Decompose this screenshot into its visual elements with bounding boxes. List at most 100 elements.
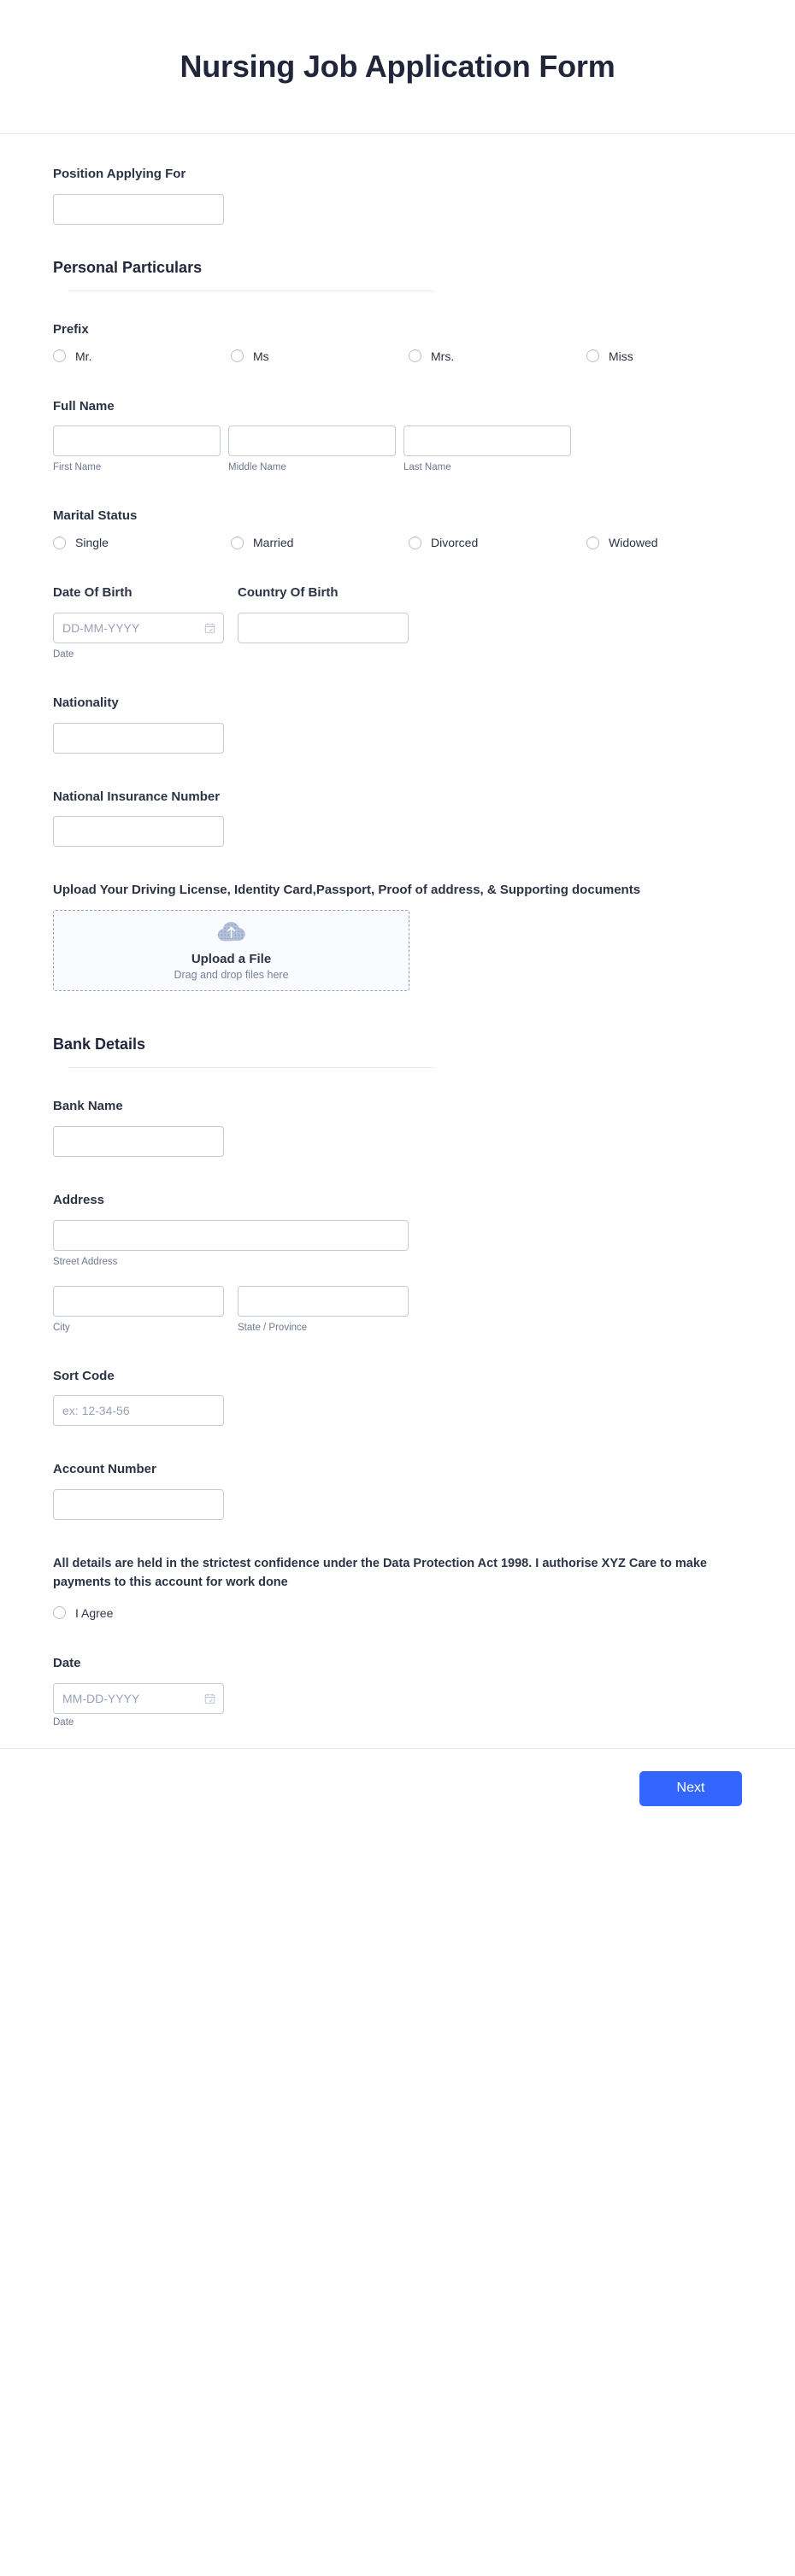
first-name-input[interactable] (53, 425, 221, 457)
field-declaration: All details are held in the strictest co… (53, 1554, 742, 1620)
national-insurance-number-input[interactable] (53, 816, 224, 848)
field-marital-status: Marital Status Single Married Divorced W… (53, 507, 742, 549)
application-form-page: Nursing Job Application Form Position Ap… (0, 0, 795, 2576)
marital-option-divorced[interactable]: Divorced (409, 536, 586, 549)
nationality-input[interactable] (53, 722, 224, 754)
radio-icon[interactable] (409, 536, 421, 549)
country-of-birth-input[interactable] (238, 612, 409, 643)
field-full-name: Full Name First Name Middle Name Last Na… (53, 397, 742, 472)
field-upload-documents: Upload Your Driving License, Identity Ca… (53, 881, 742, 991)
marital-status-label: Marital Status (53, 508, 138, 524)
prefix-radio-group: Mr. Ms Mrs. Miss (53, 349, 742, 363)
prefix-option-label: Mr. (75, 349, 92, 363)
prefix-option-mrs[interactable]: Mrs. (409, 349, 586, 363)
form-body: Position Applying For Personal Particula… (0, 134, 795, 1729)
next-button[interactable]: Next (639, 1770, 742, 1806)
position-label: Position Applying For (53, 167, 186, 181)
date-of-birth-col: Date Of Birth DD-MM-YYYY Date (53, 584, 238, 660)
prefix-label: Prefix (53, 321, 89, 337)
prefix-option-ms[interactable]: Ms (231, 349, 409, 363)
section-title-personal: Personal Particulars (53, 258, 203, 276)
account-number-input[interactable] (53, 1489, 224, 1520)
section-title-bank: Bank Details (53, 1036, 146, 1053)
address-label: Address (53, 1192, 105, 1207)
section-personal-particulars: Personal Particulars (53, 259, 742, 291)
signature-date-input[interactable] (53, 1682, 224, 1714)
city-state-row: City State / Province (53, 1285, 742, 1333)
marital-status-radio-group: Single Married Divorced Widowed (53, 536, 742, 549)
marital-option-single[interactable]: Single (53, 536, 231, 549)
date-of-birth-input[interactable] (53, 612, 224, 643)
field-address: Address Street Address City State / Prov… (53, 1191, 742, 1333)
country-of-birth-label: Country Of Birth (238, 585, 339, 600)
date-of-birth-wrap (53, 612, 224, 643)
bank-name-label: Bank Name (53, 1099, 123, 1113)
date-of-birth-label: Date Of Birth (53, 585, 132, 600)
last-name-sublabel: Last Name (403, 462, 451, 473)
bank-name-input[interactable] (53, 1125, 224, 1157)
form-header: Nursing Job Application Form (0, 0, 795, 134)
upload-subtitle: Drag and drop files here (174, 969, 289, 981)
field-prefix: Prefix Mr. Ms Mrs. Miss (53, 320, 742, 363)
prefix-option-label: Miss (609, 349, 633, 363)
section-divider (68, 1067, 434, 1068)
radio-icon[interactable] (231, 536, 244, 549)
page-title: Nursing Job Application Form (180, 49, 615, 84)
first-name-sublabel: First Name (53, 462, 102, 473)
agree-option[interactable]: I Agree (53, 1606, 742, 1620)
signature-date-sublabel: Date (53, 1716, 74, 1728)
street-address-col: Street Address (53, 1219, 742, 1267)
middle-name-sublabel: Middle Name (228, 462, 286, 473)
radio-icon[interactable] (409, 349, 421, 362)
sort-code-label: Sort Code (53, 1368, 115, 1383)
field-position-applying-for: Position Applying For (53, 165, 742, 225)
prefix-option-mr[interactable]: Mr. (53, 349, 231, 363)
radio-icon[interactable] (586, 349, 599, 362)
middle-name-col: Middle Name (228, 425, 396, 472)
radio-icon[interactable] (53, 349, 66, 362)
city-input[interactable] (53, 1285, 224, 1317)
state-province-input[interactable] (238, 1285, 409, 1317)
city-sublabel: City (53, 1322, 70, 1333)
middle-name-input[interactable] (228, 425, 396, 457)
marital-option-label: Divorced (431, 536, 479, 549)
signature-date-wrap (53, 1682, 224, 1714)
birth-row: Date Of Birth DD-MM-YYYY Date Country Of… (53, 584, 742, 660)
upload-dropzone[interactable]: Upload a File Drag and drop files here (53, 910, 409, 991)
nationality-label: Nationality (53, 695, 119, 710)
prefix-option-miss[interactable]: Miss (586, 349, 764, 363)
form-footer: Next (0, 1747, 795, 1835)
field-birth-row: Date Of Birth DD-MM-YYYY Date Country Of… (53, 584, 742, 660)
street-address-input[interactable] (53, 1219, 409, 1251)
prefix-option-label: Ms (253, 349, 269, 363)
city-col: City (53, 1285, 238, 1333)
radio-icon[interactable] (53, 536, 66, 549)
radio-icon[interactable] (231, 349, 244, 362)
first-name-col: First Name (53, 425, 221, 472)
signature-date-label: Date (53, 1655, 81, 1670)
sort-code-input[interactable] (53, 1395, 224, 1427)
marital-option-label: Widowed (609, 536, 658, 549)
marital-option-widowed[interactable]: Widowed (586, 536, 764, 549)
full-name-row: First Name Middle Name Last Name (53, 425, 742, 472)
account-number-label: Account Number (53, 1462, 156, 1477)
radio-icon[interactable] (586, 536, 599, 549)
date-of-birth-sublabel: Date (53, 648, 74, 660)
national-insurance-number-label: National Insurance Number (53, 789, 221, 804)
field-bank-name: Bank Name (53, 1097, 742, 1157)
upload-label: Upload Your Driving License, Identity Ca… (53, 883, 641, 898)
full-name-label: Full Name (53, 398, 115, 414)
prefix-option-label: Mrs. (431, 349, 455, 363)
country-of-birth-col: Country Of Birth (238, 584, 409, 660)
declaration-text: All details are held in the strictest co… (53, 1557, 707, 1590)
last-name-input[interactable] (403, 425, 571, 457)
field-signature-date: Date Date (53, 1654, 742, 1729)
marital-option-label: Single (75, 536, 109, 549)
position-input[interactable] (53, 193, 224, 225)
marital-option-married[interactable]: Married (231, 536, 409, 549)
field-national-insurance-number: National Insurance Number (53, 788, 742, 848)
street-address-sublabel: Street Address (53, 1256, 118, 1267)
radio-icon[interactable] (53, 1606, 66, 1620)
last-name-col: Last Name (403, 425, 571, 472)
cloud-upload-icon (217, 920, 246, 947)
